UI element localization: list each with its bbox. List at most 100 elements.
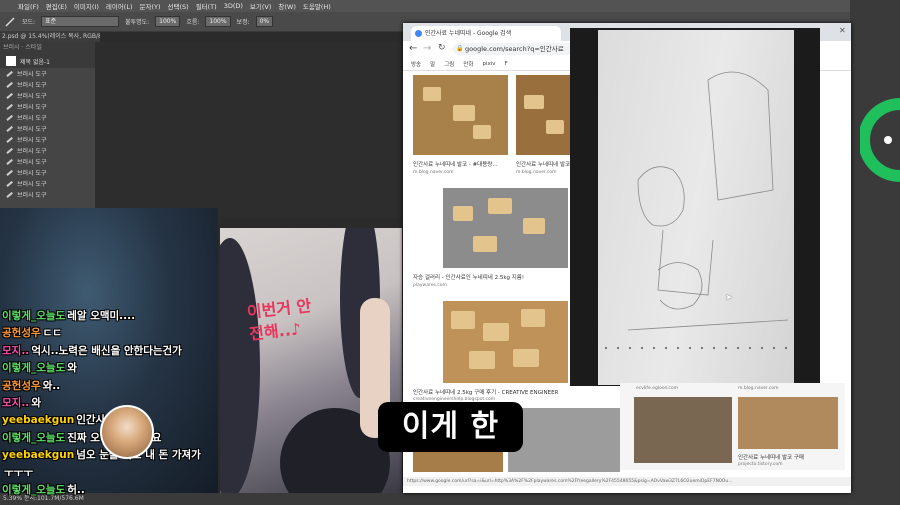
menu-type[interactable]: 문자(Y) <box>140 1 161 11</box>
image-detail <box>546 120 564 134</box>
chat-username: 모지.. <box>2 397 30 410</box>
image-detail <box>473 236 497 252</box>
result-image[interactable] <box>516 75 576 155</box>
chrome-forward-icon[interactable]: → <box>423 43 431 54</box>
menu-layer[interactable]: 레이어(L) <box>106 1 133 11</box>
menu-filter[interactable]: 필터(T) <box>196 1 217 11</box>
menu-view[interactable]: 보기(V) <box>250 1 271 11</box>
chat-text: 억시..노력은 배신을 안한다는건가 <box>31 344 182 357</box>
tool-preset-tabs[interactable]: 브러시 · 스타일 <box>0 42 95 54</box>
tool-preset-item[interactable]: 브러시 도구 <box>0 145 95 156</box>
lock-icon: 🔒 <box>456 45 464 52</box>
bookmark-item[interactable]: 그림 <box>444 60 454 68</box>
brush-icon <box>6 191 13 198</box>
brush-icon <box>6 180 13 187</box>
bookmark-item[interactable]: 만화 <box>463 60 473 68</box>
chat-text: 레알 오맥미.... <box>67 310 136 322</box>
image-detail <box>488 198 512 214</box>
chat-username: 공헌성우 <box>2 327 41 340</box>
menu-file[interactable]: 파일(F) <box>18 1 39 11</box>
browser-tab[interactable]: 인간사료 누네띠네 - Google 검색 <box>411 26 561 41</box>
tool-preset-item[interactable]: 브러시 도구 <box>0 112 95 123</box>
menu-3d[interactable]: 3D(D) <box>224 2 243 10</box>
menu-edit[interactable]: 편집(E) <box>46 1 67 11</box>
result-image[interactable] <box>443 301 568 383</box>
chat-message: 공헌성우 ㄷㄷ <box>2 325 217 342</box>
tool-preset-item[interactable]: 브러시 도구 <box>0 90 95 101</box>
chat-username: 이렇게_오늘도 <box>2 310 66 322</box>
tool-preset-label: 브러시 도구 <box>17 93 47 100</box>
opacity-field[interactable]: 100% <box>155 16 181 27</box>
address-bar[interactable]: 🔒 google.com/search?q=인간사료 <box>453 43 573 55</box>
tool-preset-item[interactable]: 브러시 도구 <box>0 123 95 134</box>
chat-message: 모지.. 억시..노력은 배신을 안한다는건가 <box>2 343 217 360</box>
brush-icon <box>6 169 13 176</box>
result-image[interactable] <box>443 188 568 268</box>
brush-icon <box>6 81 13 88</box>
tool-preset-label: 제목 없음-1 <box>20 58 50 66</box>
menu-image[interactable]: 이미지(I) <box>74 1 99 11</box>
tool-preset-item[interactable]: 브러시 도구 <box>0 178 95 189</box>
result-caption[interactable]: 자승 걸러리 - 인간사료인 누네띠네 2.5kg 지름! <box>413 273 524 281</box>
close-icon[interactable]: ✕ <box>839 26 846 35</box>
chat-message: 이렇게_오늘도 레알 오맥미.... <box>2 308 217 325</box>
chat-text: 와.. <box>42 379 61 392</box>
result-image[interactable] <box>634 397 732 463</box>
chat-message: 공헌성우 와.. <box>2 378 217 395</box>
result-caption[interactable]: 인간사료 누네띠네 2.5kg 구매 후기 - CREATIVE ENGINEE… <box>413 388 558 396</box>
chat-username: 이렇게_오늘도 <box>2 484 66 497</box>
tool-preset-first[interactable]: 제목 없음-1 <box>0 54 95 68</box>
tool-preset-label: 브러시 도구 <box>17 115 47 122</box>
opacity-label: 불투명도: <box>125 19 150 26</box>
tool-preset-list: 제목 없음-1 브러시 도구 브러시 도구 브러시 도구 브러시 도구 브러시 … <box>0 54 95 214</box>
image-detail <box>453 206 473 221</box>
menu-help[interactable]: 도움말(H) <box>303 1 331 11</box>
brush-icon[interactable] <box>4 16 16 28</box>
tool-preset-label: 브러시 도구 <box>17 126 47 133</box>
tool-preset-item[interactable]: 브러시 도구 <box>0 189 95 200</box>
chat-text: 허.. <box>67 484 85 497</box>
bookmark-item[interactable]: pixiv <box>482 61 495 67</box>
link-status-url: https://www.google.com/url?sa=i&url=http… <box>403 477 851 486</box>
result-caption[interactable]: 인간사료 누네띠네 발코 <box>516 160 570 168</box>
smoothing-field[interactable]: 0% <box>255 16 274 27</box>
mode-select[interactable]: 표준 <box>41 16 120 27</box>
result-image[interactable] <box>413 75 508 155</box>
chat-username: 공헌성우 <box>2 379 41 392</box>
color-wheel-icon[interactable] <box>860 70 900 210</box>
bookmark-item[interactable]: F <box>505 61 508 67</box>
brush-icon <box>6 147 13 154</box>
tool-preset-item[interactable]: 브러시 도구 <box>0 68 95 79</box>
reload-icon[interactable]: ↻ <box>438 43 446 53</box>
tool-preset-item[interactable]: 브러시 도구 <box>0 134 95 145</box>
bookmark-item[interactable]: 방송 <box>411 60 421 68</box>
result-source: m.blog.naver.com <box>413 170 454 175</box>
tool-preset-item[interactable]: 브러시 도구 <box>0 156 95 167</box>
tool-preset-item[interactable]: 브러시 도구 <box>0 79 95 90</box>
result-source: projecto.tistory.com <box>738 462 783 467</box>
brush-icon <box>6 114 13 121</box>
flow-field[interactable]: 100% <box>205 16 231 27</box>
avatar <box>100 405 154 459</box>
right-panel <box>850 0 900 505</box>
image-detail <box>524 95 544 109</box>
chrome-back-icon[interactable]: ← <box>409 43 417 54</box>
bookmark-item[interactable]: 말 <box>430 60 435 68</box>
result-image[interactable] <box>738 397 838 449</box>
image-detail <box>513 349 539 367</box>
menu-select[interactable]: 선택(S) <box>168 1 189 11</box>
result-source: m.blog.naver.com <box>738 386 779 391</box>
document-tab[interactable]: 2.psd @ 15.4%(레이스 복사, RGB/8) * <box>0 32 100 42</box>
photoshop-canvas-area[interactable] <box>95 42 405 217</box>
chat-text: ㄷㄷ <box>42 327 62 340</box>
tool-preset-item[interactable]: 브러시 도구 <box>0 167 95 178</box>
result-caption[interactable]: 인간사료 누네띠네 발코 - #대용량... <box>413 160 498 168</box>
result-source: m.blog.naver.com <box>516 170 557 175</box>
result-image[interactable] <box>508 408 620 472</box>
menu-window[interactable]: 창(W) <box>278 1 295 11</box>
chat-message: 이렇게_오늘도 와 <box>2 360 217 377</box>
tool-preset-label: 브러시 도구 <box>17 159 47 166</box>
tool-preset-item[interactable]: 브러시 도구 <box>0 101 95 112</box>
result-caption[interactable]: 인간사료 누네띠네 발코 구매 <box>738 453 804 461</box>
brush-icon <box>6 70 13 77</box>
